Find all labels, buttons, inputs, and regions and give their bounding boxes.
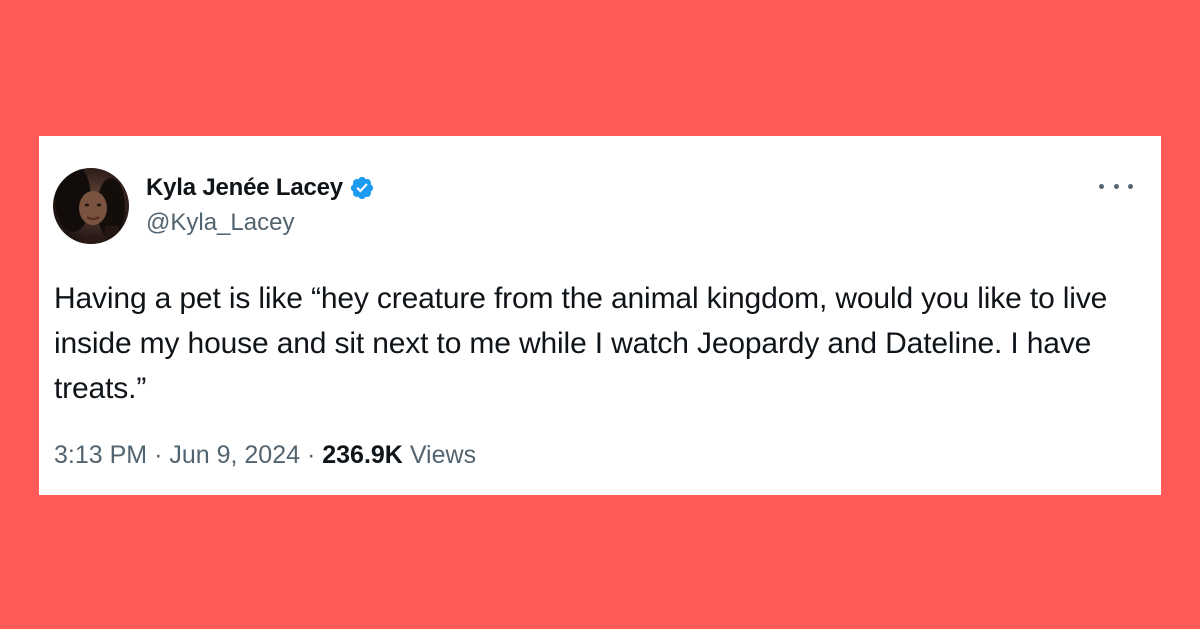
more-options-icon[interactable] xyxy=(1099,176,1133,196)
avatar[interactable] xyxy=(53,168,129,244)
views-label: Views xyxy=(409,441,477,469)
meta-separator: · xyxy=(306,441,316,469)
author-display-name[interactable]: Kyla Jenée Lacey xyxy=(146,174,343,202)
tweet-date[interactable]: Jun 9, 2024 xyxy=(169,441,300,469)
tweet-text: Having a pet is like “hey creature from … xyxy=(54,282,1108,405)
author-handle[interactable]: @Kyla_Lacey xyxy=(146,209,294,237)
tweet-time[interactable]: 3:13 PM xyxy=(54,441,147,469)
author-name-row: Kyla Jenée Lacey xyxy=(146,172,375,204)
views-count: 236.9K xyxy=(322,441,403,469)
tweet-card: Kyla Jenée Lacey @Kyla_Lacey Having a pe… xyxy=(39,136,1161,495)
meta-separator: · xyxy=(154,441,163,469)
tweet-meta: 3:13 PM · Jun 9, 2024 · 236.9K Views xyxy=(54,441,476,470)
avatar-photo-icon xyxy=(55,168,125,244)
verified-badge-icon xyxy=(349,175,375,201)
